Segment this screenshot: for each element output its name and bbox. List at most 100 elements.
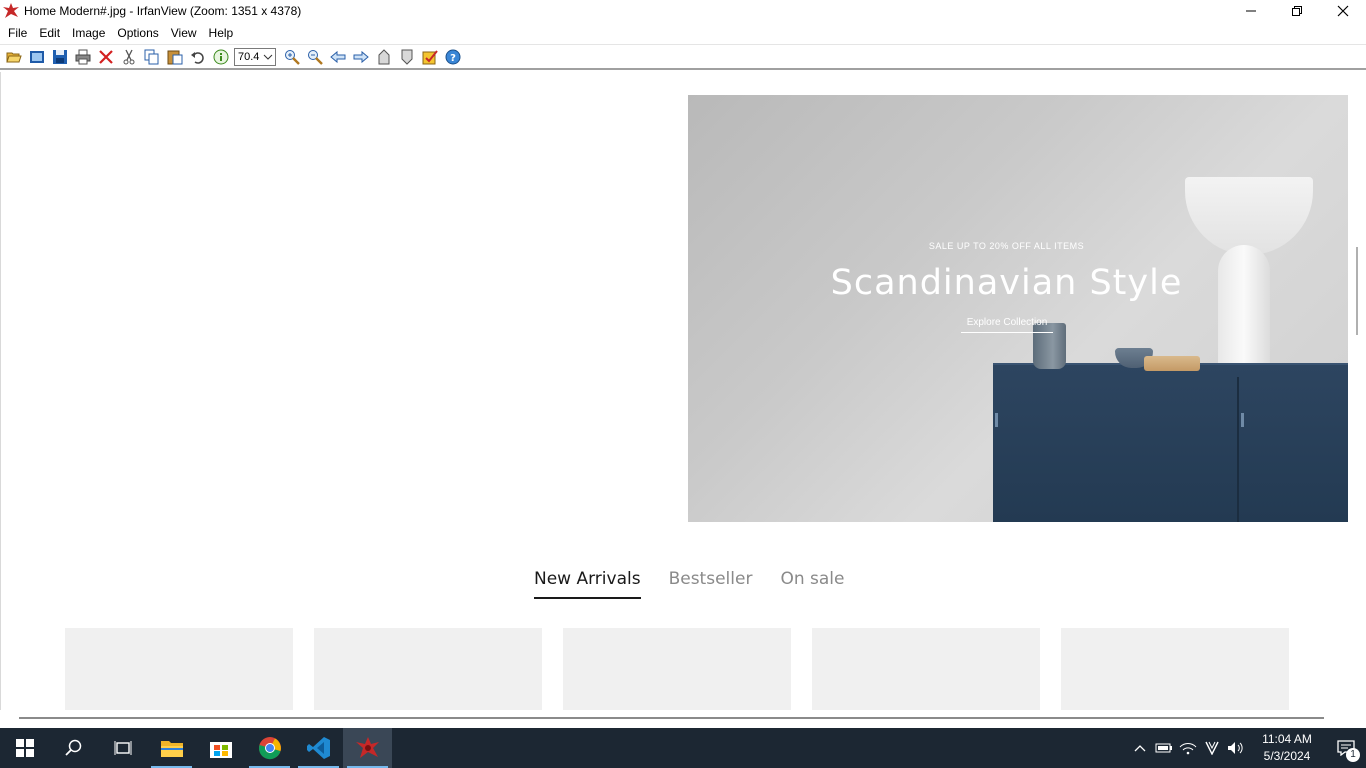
close-icon: [1337, 5, 1349, 17]
taskbar-file-explorer[interactable]: [147, 728, 196, 768]
help-icon: ?: [445, 49, 460, 64]
zoom-out-icon: [307, 49, 323, 65]
cabinet: [993, 365, 1348, 522]
clock-date: 5/3/2024: [1263, 749, 1311, 763]
taskbar-store[interactable]: [196, 728, 245, 768]
tab-new-arrivals: New Arrivals: [534, 569, 641, 599]
search-button[interactable]: [49, 728, 98, 768]
save-button[interactable]: [48, 46, 71, 68]
product-tabs: New Arrivals Bestseller On sale: [534, 569, 844, 599]
print-icon: [75, 49, 90, 64]
battery-button[interactable]: [1152, 728, 1176, 768]
properties-icon: [422, 49, 438, 64]
copy-button[interactable]: [140, 46, 163, 68]
irfanview-app-icon[interactable]: [2, 2, 20, 20]
cut-icon: [123, 49, 134, 64]
properties-button[interactable]: [418, 46, 441, 68]
help-button[interactable]: ?: [441, 46, 464, 68]
vertical-scroll-thumb[interactable]: [1356, 247, 1358, 335]
wifi-icon: [1179, 743, 1197, 755]
volume-icon: [1228, 742, 1243, 754]
vertical-scrollbar[interactable]: [1349, 72, 1366, 715]
first-icon: [378, 48, 389, 64]
copy-icon: [144, 49, 158, 64]
delete-icon: [98, 49, 113, 64]
search-icon: [64, 739, 81, 756]
hero-sale-text: SALE UP TO 20% OFF ALL ITEMS: [928, 241, 1085, 251]
menu-options[interactable]: Options: [111, 23, 164, 43]
horizontal-scrollbar[interactable]: [0, 710, 1349, 727]
system-tray: 11:04 AM 5/3/2024 1: [1128, 728, 1366, 768]
show-hidden-icons-button[interactable]: [1128, 728, 1152, 768]
paste-button[interactable]: [163, 46, 186, 68]
print-button[interactable]: [71, 46, 94, 68]
cabinet-handle-left: [995, 413, 998, 427]
delete-button[interactable]: [94, 46, 117, 68]
image-viewport[interactable]: SALE UP TO 20% OFF ALL ITEMS Scandinavia…: [0, 72, 1366, 727]
previous-icon: [329, 50, 345, 63]
open-icon: [5, 52, 22, 62]
menu-bar: File Edit Image Options View Help: [0, 23, 1366, 43]
clock-time: 11:04 AM: [1262, 732, 1312, 746]
slideshow-button[interactable]: [25, 46, 48, 68]
menu-edit[interactable]: Edit: [33, 23, 66, 43]
menu-help[interactable]: Help: [203, 23, 240, 43]
taskbar-chrome[interactable]: [245, 728, 294, 768]
slideshow-icon: [29, 50, 44, 63]
undo-button[interactable]: [186, 46, 209, 68]
store-icon: [209, 742, 232, 758]
task-view-button[interactable]: [98, 728, 147, 768]
svg-text:?: ?: [450, 53, 456, 64]
irfanview-icon: [355, 737, 379, 758]
clock[interactable]: 11:04 AM 5/3/2024: [1252, 731, 1322, 765]
volume-button[interactable]: [1224, 728, 1248, 768]
zoom-dropdown[interactable]: 70.4: [234, 47, 276, 66]
hero-banner: SALE UP TO 20% OFF ALL ITEMS Scandinavia…: [688, 95, 1348, 522]
explore-collection-link: Explore Collection: [961, 317, 1053, 333]
start-button[interactable]: [0, 728, 49, 768]
menu-file[interactable]: File: [2, 23, 33, 43]
taskbar-vscode[interactable]: [294, 728, 343, 768]
last-icon: [401, 49, 412, 65]
tab-bestseller: Bestseller: [668, 569, 753, 589]
notification-center-button[interactable]: 1: [1326, 728, 1366, 768]
chevron-down-icon: [263, 54, 273, 60]
vpn-button[interactable]: [1200, 728, 1224, 768]
network-button[interactable]: [1176, 728, 1200, 768]
title-bar: Home Modern#.jpg - IrfanView (Zoom: 1351…: [0, 0, 1366, 22]
first-button[interactable]: [372, 46, 395, 68]
minimize-button[interactable]: [1228, 0, 1274, 22]
zoom-value: 70.4: [238, 50, 260, 63]
start-icon: [15, 739, 34, 757]
horizontal-scroll-thumb[interactable]: [19, 717, 1324, 719]
menu-view[interactable]: View: [165, 23, 203, 43]
vscode-icon: [306, 737, 330, 759]
zoom-in-button[interactable]: [280, 46, 303, 68]
cabinet-door-divider: [1237, 377, 1239, 522]
hero-headline: Scandinavian Style: [830, 263, 1183, 303]
battery-icon: [1155, 743, 1172, 753]
maximize-button[interactable]: [1274, 0, 1320, 22]
cabinet-handle-right: [1241, 413, 1244, 427]
undo-icon: [190, 51, 204, 64]
file-explorer-icon: [160, 741, 183, 757]
next-icon: [353, 50, 369, 63]
zoom-out-button[interactable]: [303, 46, 326, 68]
chrome-icon: [258, 737, 281, 760]
last-button[interactable]: [395, 46, 418, 68]
menu-image[interactable]: Image: [66, 23, 111, 43]
next-button[interactable]: [349, 46, 372, 68]
zoom-in-icon: [284, 49, 300, 65]
previous-button[interactable]: [326, 46, 349, 68]
window-controls: [1228, 0, 1366, 22]
open-button[interactable]: [2, 46, 25, 68]
info-icon: [213, 49, 228, 64]
save-icon: [52, 49, 67, 64]
close-button[interactable]: [1320, 0, 1366, 22]
paste-icon: [167, 50, 182, 64]
info-button[interactable]: [209, 46, 232, 68]
cut-button[interactable]: [117, 46, 140, 68]
notification-count: 1: [1346, 748, 1360, 762]
task-view-icon: [114, 741, 131, 755]
taskbar-irfanview[interactable]: [343, 728, 392, 768]
